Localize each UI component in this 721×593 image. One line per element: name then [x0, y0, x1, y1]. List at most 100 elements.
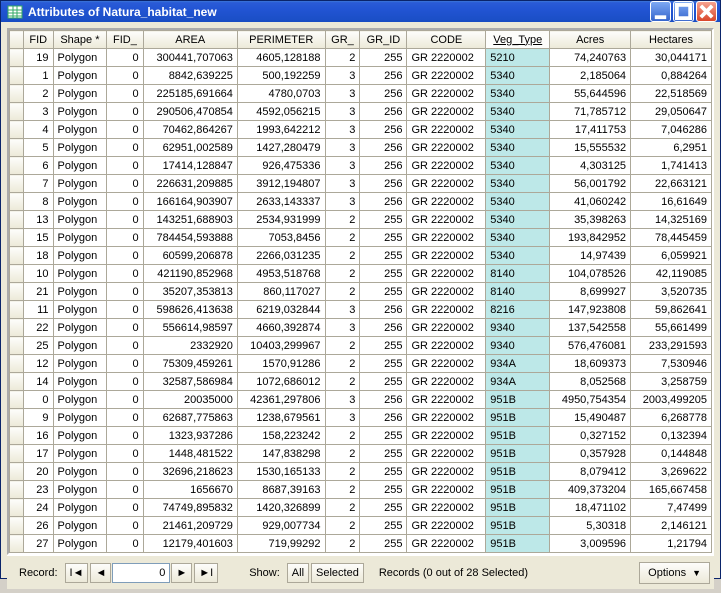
cell[interactable]: 62951,002589 — [143, 139, 237, 157]
cell[interactable]: 2 — [325, 49, 360, 67]
cell[interactable]: GR 2220002 — [407, 103, 486, 121]
cell[interactable]: 2633,143337 — [237, 193, 325, 211]
last-record-button[interactable]: ►I — [194, 563, 218, 583]
cell[interactable]: 5340 — [486, 229, 550, 247]
cell[interactable]: GR 2220002 — [407, 535, 486, 553]
cell[interactable]: 23 — [24, 481, 54, 499]
cell[interactable]: GR 2220002 — [407, 409, 486, 427]
cell[interactable]: 1 — [24, 67, 54, 85]
cell[interactable]: 6,059921 — [631, 247, 712, 265]
cell[interactable]: 1530,165133 — [237, 463, 325, 481]
cell[interactable]: 2 — [325, 499, 360, 517]
cell[interactable]: 255 — [360, 355, 407, 373]
table-row[interactable]: 27Polygon012179,401603719,992922255GR 22… — [10, 535, 712, 553]
cell[interactable]: Polygon — [53, 427, 107, 445]
cell[interactable]: 3 — [325, 175, 360, 193]
cell[interactable]: 2332920 — [143, 337, 237, 355]
cell[interactable]: 0 — [107, 481, 143, 499]
cell[interactable]: 35207,353813 — [143, 283, 237, 301]
cell[interactable]: 0,357928 — [550, 445, 631, 463]
cell[interactable]: 256 — [360, 409, 407, 427]
cell[interactable]: 14,325169 — [631, 211, 712, 229]
cell[interactable]: 8842,639225 — [143, 67, 237, 85]
cell[interactable]: 15 — [24, 229, 54, 247]
cell[interactable]: 3912,194807 — [237, 175, 325, 193]
table-row[interactable]: 22Polygon0556614,985974660,3928743256GR … — [10, 319, 712, 337]
row-header[interactable] — [10, 85, 24, 103]
cell[interactable]: 0 — [107, 229, 143, 247]
cell[interactable]: 9340 — [486, 337, 550, 355]
table-scroll[interactable]: FIDShape *FID_AREAPERIMETERGR_GR_IDCODEV… — [7, 28, 714, 555]
cell[interactable]: Polygon — [53, 103, 107, 121]
show-selected-button[interactable]: Selected — [311, 563, 364, 583]
cell[interactable]: 3 — [325, 157, 360, 175]
cell[interactable]: 5340 — [486, 139, 550, 157]
row-header[interactable] — [10, 49, 24, 67]
row-header[interactable] — [10, 481, 24, 499]
column-header[interactable]: FID_ — [107, 31, 143, 49]
column-header[interactable]: FID — [24, 31, 54, 49]
cell[interactable]: 104,078526 — [550, 265, 631, 283]
cell[interactable]: 0 — [107, 517, 143, 535]
cell[interactable]: Polygon — [53, 211, 107, 229]
cell[interactable]: 255 — [360, 535, 407, 553]
column-header[interactable]: GR_ — [325, 31, 360, 49]
cell[interactable]: 0 — [107, 67, 143, 85]
cell[interactable]: 7,47499 — [631, 499, 712, 517]
cell[interactable]: 2534,931999 — [237, 211, 325, 229]
cell[interactable]: 951B — [486, 391, 550, 409]
cell[interactable]: 71,785712 — [550, 103, 631, 121]
cell[interactable]: 256 — [360, 103, 407, 121]
cell[interactable]: 1072,686012 — [237, 373, 325, 391]
cell[interactable]: 576,476081 — [550, 337, 631, 355]
cell[interactable]: 0 — [107, 175, 143, 193]
table-row[interactable]: 10Polygon0421190,8529684953,5187682255GR… — [10, 265, 712, 283]
cell[interactable]: 20035000 — [143, 391, 237, 409]
cell[interactable]: 0,884264 — [631, 67, 712, 85]
cell[interactable]: 255 — [360, 49, 407, 67]
cell[interactable]: 0 — [107, 337, 143, 355]
column-header[interactable]: GR_ID — [360, 31, 407, 49]
cell[interactable]: 4 — [24, 121, 54, 139]
cell[interactable]: 255 — [360, 427, 407, 445]
cell[interactable]: Polygon — [53, 157, 107, 175]
cell[interactable]: 62687,775863 — [143, 409, 237, 427]
cell[interactable]: 4953,518768 — [237, 265, 325, 283]
table-row[interactable]: 3Polygon0290506,4708544592,0562153256GR … — [10, 103, 712, 121]
cell[interactable]: Polygon — [53, 139, 107, 157]
row-header[interactable] — [10, 499, 24, 517]
table-row[interactable]: 19Polygon0300441,7070634605,1281882255GR… — [10, 49, 712, 67]
cell[interactable]: GR 2220002 — [407, 391, 486, 409]
cell[interactable]: 2 — [325, 355, 360, 373]
cell[interactable]: 256 — [360, 67, 407, 85]
row-header[interactable] — [10, 211, 24, 229]
cell[interactable]: 2,146121 — [631, 517, 712, 535]
cell[interactable]: 256 — [360, 121, 407, 139]
cell[interactable]: 255 — [360, 481, 407, 499]
cell[interactable]: Polygon — [53, 283, 107, 301]
cell[interactable]: 2 — [325, 463, 360, 481]
cell[interactable]: Polygon — [53, 499, 107, 517]
cell[interactable]: 22,518569 — [631, 85, 712, 103]
cell[interactable]: 8 — [24, 193, 54, 211]
cell[interactable]: 24 — [24, 499, 54, 517]
cell[interactable]: 1238,679561 — [237, 409, 325, 427]
cell[interactable]: Polygon — [53, 265, 107, 283]
cell[interactable]: Polygon — [53, 337, 107, 355]
cell[interactable]: 3 — [325, 67, 360, 85]
cell[interactable]: 0 — [107, 499, 143, 517]
table-row[interactable]: 7Polygon0226631,2098853912,1948073256GR … — [10, 175, 712, 193]
cell[interactable]: 0 — [107, 85, 143, 103]
cell[interactable]: 255 — [360, 373, 407, 391]
cell[interactable]: GR 2220002 — [407, 481, 486, 499]
cell[interactable]: Polygon — [53, 229, 107, 247]
cell[interactable]: 5340 — [486, 193, 550, 211]
cell[interactable]: 14,97439 — [550, 247, 631, 265]
cell[interactable]: 3 — [325, 391, 360, 409]
table-row[interactable]: 6Polygon017414,128847926,4753363256GR 22… — [10, 157, 712, 175]
cell[interactable]: GR 2220002 — [407, 193, 486, 211]
cell[interactable]: 11 — [24, 301, 54, 319]
cell[interactable]: 0 — [107, 193, 143, 211]
cell[interactable]: 4605,128188 — [237, 49, 325, 67]
cell[interactable]: 15,555532 — [550, 139, 631, 157]
